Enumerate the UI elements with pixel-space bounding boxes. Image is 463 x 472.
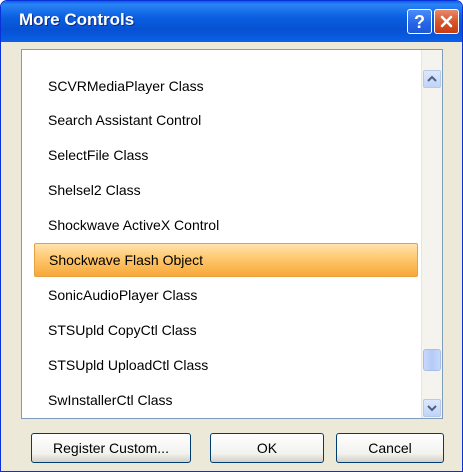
controls-listbox[interactable]: SCVRMediaPlayer Class Search Assistant C… [21,49,443,419]
list-item[interactable]: Shockwave ActiveX Control [34,208,418,242]
dialog-title: More Controls [19,10,135,29]
close-icon [440,15,453,28]
scrollbar-thumb[interactable] [423,349,441,371]
title-bar[interactable]: More Controls ? [1,1,462,42]
scroll-down-button[interactable] [423,399,441,417]
list-item[interactable]: SonicAudioPlayer Class [34,278,418,312]
more-controls-dialog: More Controls ? SCVRMediaPlayer Class Se… [0,0,463,472]
vertical-scrollbar[interactable] [421,50,442,418]
ok-button[interactable]: OK [210,433,324,463]
scroll-up-button[interactable] [423,70,441,88]
close-button[interactable] [434,9,459,34]
list-item[interactable]: Shelsel2 Class [34,173,418,207]
help-icon: ? [414,11,425,32]
cancel-button[interactable]: Cancel [336,433,444,463]
list-item[interactable]: SwInstallerCtl Class [34,383,418,417]
register-custom-button[interactable]: Register Custom... [31,433,191,463]
chevron-up-icon [427,75,437,82]
list-item[interactable]: STSUpld CopyCtl Class [34,313,418,347]
list-item[interactable]: STSUpld UploadCtl Class [34,348,418,382]
list-item[interactable]: Search Assistant Control [34,103,418,137]
help-button[interactable]: ? [407,9,432,34]
list-item[interactable]: SelectFile Class [34,138,418,172]
chevron-down-icon [427,405,437,412]
list-item[interactable]: SCVRMediaPlayer Class [34,69,418,103]
list-item-selected[interactable]: Shockwave Flash Object [34,243,418,277]
controls-list: SCVRMediaPlayer Class Search Assistant C… [22,50,421,418]
